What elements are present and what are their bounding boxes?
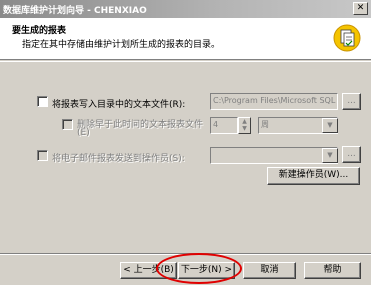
delete-age-number-field[interactable]: 4: [210, 117, 238, 134]
report-wizard-icon: [333, 24, 361, 52]
send-email-checkbox[interactable]: [37, 150, 48, 161]
delete-old-checkbox[interactable]: [62, 119, 73, 130]
close-icon[interactable]: ✕: [353, 2, 368, 15]
wizard-header: 要生成的报表 指定在其中存储由维护计划所生成的报表的目录。: [0, 18, 371, 60]
new-operator-button[interactable]: 新建操作员(W)...: [267, 167, 360, 185]
operator-browse-button[interactable]: ...: [342, 146, 361, 163]
delete-old-label-line1[interactable]: 删除早于此时间的文本报表文件: [77, 117, 203, 130]
window-title: 数据库维护计划向导 - CHENXIAO: [3, 6, 147, 16]
header-description: 指定在其中存储由维护计划所生成的报表的目录。: [22, 40, 221, 50]
cancel-button[interactable]: 取消: [243, 262, 296, 279]
unit-dropdown-arrow-icon[interactable]: ▼: [322, 118, 338, 133]
report-directory-browse-button[interactable]: ...: [342, 93, 361, 110]
write-report-checkbox[interactable]: [37, 96, 48, 107]
send-email-label[interactable]: 将电子邮件报表发送到操作员(S):: [52, 151, 185, 164]
delete-old-label-line2[interactable]: (E): [77, 128, 90, 138]
wizard-window: 数据库维护计划向导 - CHENXIAO ✕ 要生成的报表 指定在其中存储由维护…: [0, 0, 371, 285]
title-bar: 数据库维护计划向导 - CHENXIAO ✕: [0, 0, 371, 18]
operator-select[interactable]: [210, 147, 338, 164]
help-button[interactable]: 帮助: [304, 262, 361, 279]
delete-age-spinner-icon[interactable]: ▲ ▼: [238, 117, 251, 134]
highlight-circle: [156, 253, 242, 284]
header-title: 要生成的报表: [12, 26, 67, 36]
operator-dropdown-arrow-icon[interactable]: ▼: [322, 148, 338, 163]
report-directory-field[interactable]: C:\Program Files\Microsoft SQL Se: [210, 93, 338, 110]
write-report-label[interactable]: 将报表写入目录中的文本文件(R):: [52, 97, 185, 110]
header-divider: [0, 61, 371, 62]
